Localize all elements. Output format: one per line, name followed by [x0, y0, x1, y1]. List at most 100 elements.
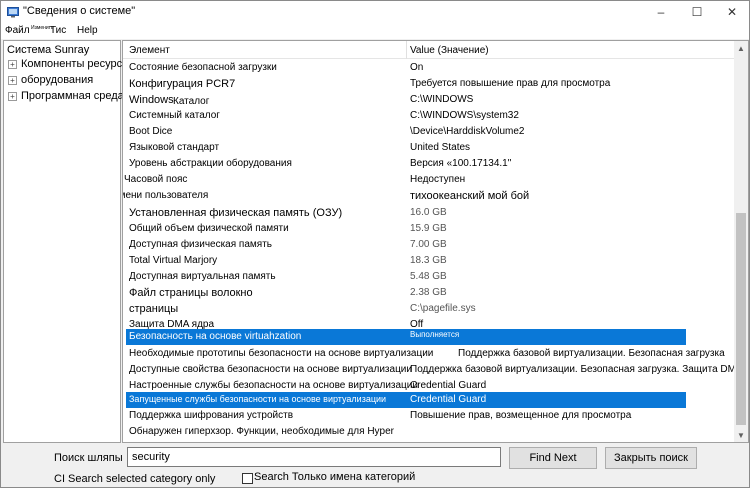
table-row-selected[interactable]: Безопасность на основе virtuahzation Вып… — [126, 329, 686, 345]
row-item: имени пользователя — [122, 190, 209, 201]
table-row[interactable]: Языковой стандарт United States — [123, 140, 735, 156]
close-find-button[interactable]: Закрыть поиск — [605, 447, 697, 469]
row-item: Системный каталог — [129, 110, 220, 121]
row-item: Состояние безопасной загрузки — [129, 62, 277, 73]
row-value: Поддержка базовой виртуализации. Безопас… — [458, 348, 725, 359]
category-tree[interactable]: Система Sunray + Компоненты ресурсов + обо… — [3, 40, 134, 443]
search-category-names-only-label[interactable]: Search Только имена категорий — [254, 471, 415, 483]
row-item: страницы — [129, 303, 179, 315]
table-row[interactable]: Поддержка шифрования устройств Повышение… — [123, 408, 735, 424]
row-value: C:\WINDOWS\system32 — [410, 110, 519, 121]
row-item-suffix: Каталог — [173, 96, 210, 107]
table-row[interactable]: Установленная физическая память (ОЗУ) 16… — [123, 205, 735, 221]
table-row[interactable]: Total Virtual Marjory 18.3 GB — [123, 253, 735, 269]
row-item: Уровень абстракции оборудования — [129, 158, 292, 169]
menu-help[interactable]: Help — [77, 25, 98, 36]
table-row[interactable]: Windows Каталог C:\WINDOWS — [123, 92, 735, 108]
maximize-button[interactable]: ☐ — [680, 1, 714, 23]
row-value: Версия «100.17134.1" — [410, 158, 512, 169]
column-header-item[interactable]: Элемент — [129, 45, 170, 56]
table-row[interactable]: Уровень абстракции оборудования Версия «… — [123, 156, 735, 172]
system-info-app-icon — [7, 7, 19, 18]
table-row[interactable]: Доступная физическая память 7.00 GB — [123, 237, 735, 253]
column-header-value[interactable]: Value (Значение) — [410, 45, 489, 56]
row-item: Total Virtual Marjory — [129, 255, 218, 266]
row-value: C:\WINDOWS — [410, 94, 474, 105]
window-title: "Сведения о системе" — [23, 5, 136, 17]
row-value: Поддержка базовой виртуализации. Безопас… — [410, 364, 743, 375]
row-item: Поддержка шифрования устройств — [129, 410, 294, 421]
row-item: Установленная физическая память (ОЗУ) — [129, 207, 343, 219]
row-item: Конфигурация PCR7 — [129, 78, 236, 90]
details-list[interactable]: Элемент Value (Значение) Состояние безоп… — [122, 40, 749, 443]
row-value: United States — [410, 142, 471, 153]
row-value: Выполняется — [410, 330, 460, 339]
search-label: Поиск шляпы — [54, 452, 123, 464]
table-row[interactable]: Часовой пояс Недоступен — [123, 172, 735, 188]
table-row[interactable]: страницы C:\pagefile.sys — [123, 301, 735, 317]
minimize-button[interactable]: – — [644, 1, 678, 23]
row-item: Доступная физическая память — [129, 239, 272, 250]
table-row[interactable]: Общий объем физической памяти 15.9 GB — [123, 221, 735, 237]
row-value: Credential Guard — [410, 380, 487, 391]
expand-icon[interactable]: + — [8, 76, 17, 85]
table-row[interactable]: Состояние безопасной загрузки On — [123, 60, 735, 76]
row-value: 5.48 GB — [410, 271, 447, 282]
column-divider[interactable] — [406, 41, 407, 59]
row-item: Запущенные службы безопасности на основе… — [129, 394, 387, 404]
table-row[interactable]: Необходимые прототипы безопасности на ос… — [123, 346, 735, 362]
expand-icon[interactable]: + — [8, 60, 17, 69]
row-value: Требуется повышение прав для просмотра — [410, 78, 611, 89]
row-value: C:\pagefile.sys — [410, 303, 476, 314]
row-item: Настроенные службы безопасности на основ… — [129, 380, 418, 391]
row-value: 18.3 GB — [410, 255, 447, 266]
checkbox-label-text: Только имена категорий — [291, 471, 416, 483]
row-item: Языковой стандарт — [129, 142, 220, 153]
scroll-up-arrow-icon[interactable]: ▲ — [734, 41, 748, 55]
row-item: Windows — [129, 94, 174, 106]
close-button[interactable]: ✕ — [715, 1, 749, 23]
vertical-scrollbar[interactable]: ▲ ▼ — [734, 41, 748, 442]
find-next-button[interactable]: Find Next — [509, 447, 597, 469]
table-row[interactable]: Системный каталог C:\WINDOWS\system32 — [123, 108, 735, 124]
tree-root-system-summary[interactable]: Система Sunray — [7, 44, 89, 56]
expand-icon[interactable]: + — [8, 92, 17, 101]
system-info-window: "Сведения о системе" – ☐ ✕ Файл Изменить… — [0, 0, 750, 488]
row-item: Boot Dice — [129, 126, 173, 137]
table-row[interactable]: Файл страницы волокно 2.38 GB — [123, 285, 735, 301]
table-row[interactable]: Конфигурация PCR7 Требуется повышение пр… — [123, 76, 735, 92]
search-selected-category-only-checkbox[interactable]: CI Search selected category only — [54, 473, 215, 485]
row-value: тихоокеанский мой бой — [410, 190, 530, 202]
tree-item-label: оборудования — [21, 74, 94, 86]
menu-bar: Файл Изменить Тис Help — [1, 23, 749, 39]
tree-item-label: Программная среда — [21, 90, 124, 102]
table-row[interactable]: имени пользователя тихоокеанский мой бой — [123, 188, 735, 204]
row-value: 7.00 GB — [410, 239, 447, 250]
table-row[interactable]: Boot Dice \Device\HarddiskVolume2 — [123, 124, 735, 140]
row-value: Credential Guard — [410, 394, 487, 405]
checkbox-label-prefix: Search — [254, 471, 289, 483]
tree-item-label: Компоненты ресурсов — [21, 58, 135, 70]
table-row[interactable]: Обнаружен гиперхзор. Функции, необходимы… — [123, 424, 735, 440]
tree-item-hardware[interactable]: + оборудования — [8, 74, 93, 86]
row-value: 16.0 GB — [410, 207, 447, 218]
menu-file[interactable]: Файл — [5, 25, 30, 36]
row-item: Доступная виртуальная память — [129, 271, 276, 282]
table-row-selected[interactable]: Запущенные службы безопасности на основе… — [126, 392, 686, 408]
scroll-down-arrow-icon[interactable]: ▼ — [734, 428, 748, 442]
menu-view[interactable]: Тис — [50, 25, 66, 36]
row-value: 15.9 GB — [410, 223, 447, 234]
row-item: Обнаружен гиперхзор. Функции, необходимы… — [129, 426, 394, 437]
search-category-names-only-checkbox[interactable] — [242, 473, 253, 484]
row-value: On — [410, 62, 424, 73]
search-input[interactable] — [127, 447, 501, 467]
row-item: Безопасность на основе virtuahzation — [129, 331, 302, 342]
tree-item-hardware-resources[interactable]: + Компоненты ресурсов — [8, 58, 134, 70]
table-row[interactable]: Доступная виртуальная память 5.48 GB — [123, 269, 735, 285]
scrollbar-thumb[interactable] — [736, 213, 746, 425]
tree-item-software-environment[interactable]: + Программная среда — [8, 90, 124, 102]
table-row[interactable]: Доступные свойства безопасности на основ… — [123, 362, 743, 378]
row-item: Часовой пояс — [124, 174, 188, 185]
row-item: Файл страницы волокно — [129, 287, 253, 299]
row-value: 2.38 GB — [410, 287, 447, 298]
